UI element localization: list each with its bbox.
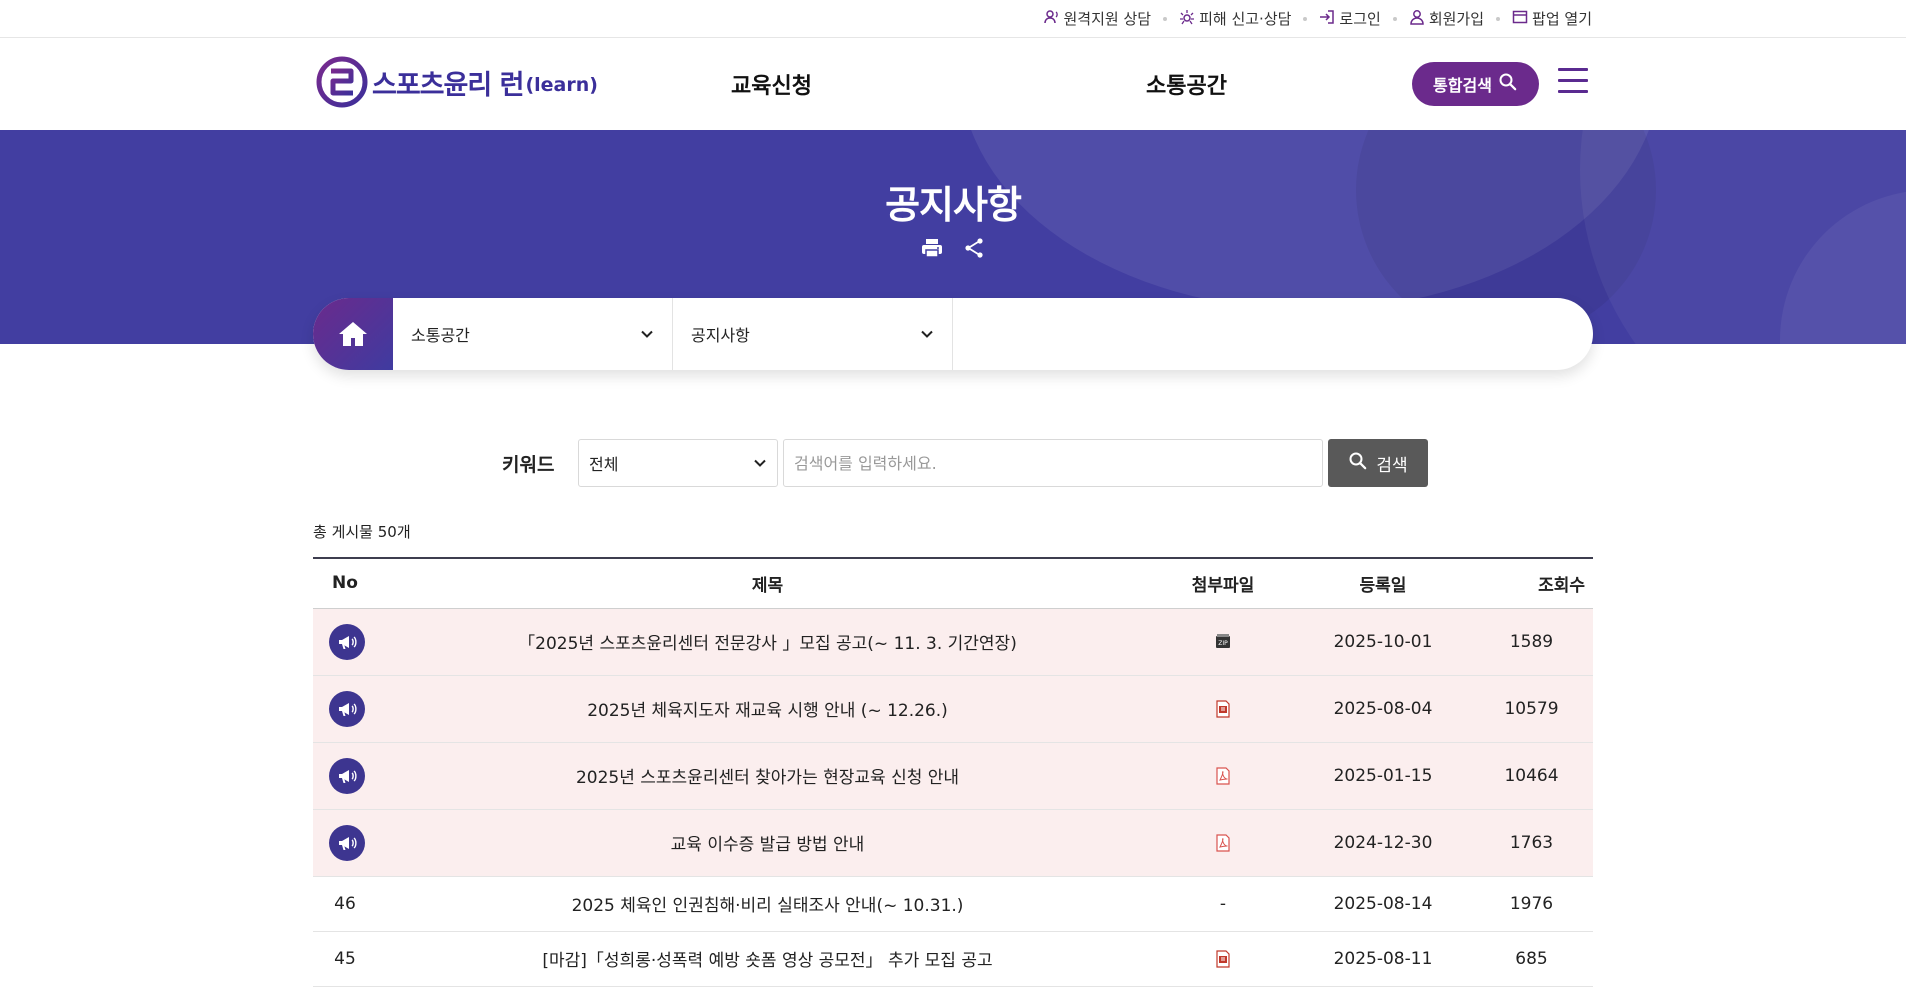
- post-date: 2024-12-30: [1288, 809, 1478, 877]
- remote-support-link[interactable]: 원격지원 상담: [1043, 8, 1152, 29]
- search-button[interactable]: 검색: [1328, 439, 1428, 487]
- remote-support-icon: [1043, 9, 1060, 29]
- separator-dot: [1392, 16, 1397, 21]
- table-row[interactable]: 2025년 스포츠윤리센터 찾아가는 현장교육 신청 안내 2025-01-15…: [313, 742, 1593, 810]
- table-row[interactable]: 45 [마감]「성희롱·성폭력 예방 숏폼 영상 공모전」 추가 모집 공고 2…: [313, 931, 1593, 987]
- table-row[interactable]: 46 2025 체육인 인권침해·비리 실태조사 안내(~ 10.31.) - …: [313, 876, 1593, 932]
- post-views: 685: [1478, 931, 1593, 987]
- zip-file-icon[interactable]: ZIP: [1215, 633, 1231, 651]
- login-label: 로그인: [1339, 10, 1381, 28]
- post-number: 46: [313, 876, 377, 932]
- table-row[interactable]: 2025년 체육지도자 재교육 시행 안내 (~ 12.26.) 2025-08…: [313, 675, 1593, 743]
- report-link[interactable]: 피해 신고·상담: [1179, 8, 1291, 29]
- site-logo[interactable]: 스포츠윤리 런 (learn): [316, 56, 598, 108]
- search-type-select[interactable]: 전체: [578, 439, 778, 487]
- separator-dot: [1303, 16, 1308, 21]
- gnb-community[interactable]: 소통공간: [1146, 68, 1227, 100]
- page-title: 공지사항: [885, 183, 1022, 227]
- post-title-link[interactable]: 2025년 스포츠윤리센터 찾아가는 현장교육 신청 안내: [576, 768, 959, 788]
- integrated-search-button[interactable]: 통합검색: [1412, 62, 1539, 106]
- post-views: 1589: [1478, 608, 1593, 676]
- logo-subtext: (learn): [525, 74, 598, 96]
- post-number: 45: [313, 931, 377, 987]
- logo-text: 스포츠윤리 런: [372, 69, 524, 101]
- home-icon: [339, 322, 367, 346]
- location-bar: 소통공간 공지사항: [313, 298, 1593, 370]
- post-title-link[interactable]: 2025년 체육지도자 재교육 시행 안내 (~ 12.26.): [587, 701, 948, 721]
- megaphone-icon: [329, 623, 365, 660]
- popup-icon: [1512, 9, 1528, 29]
- utility-links: 원격지원 상담 피해 신고·상담 로그인 회원가입 팝업 열기: [1043, 8, 1592, 29]
- login-icon: [1319, 9, 1335, 29]
- post-title-link[interactable]: 2025 체육인 인권침해·비리 실태조사 안내(~ 10.31.): [572, 896, 964, 916]
- search-button-label: 검색: [1376, 455, 1408, 476]
- location-level2-label: 공지사항: [691, 326, 750, 345]
- hamburger-menu-icon[interactable]: [1558, 68, 1588, 94]
- integrated-search-label: 통합검색: [1433, 76, 1492, 95]
- share-icon[interactable]: [962, 236, 986, 260]
- column-header-no: No: [332, 573, 358, 594]
- post-title-link[interactable]: 교육 이수증 발급 방법 안내: [671, 835, 865, 855]
- column-header-title: 제목: [751, 575, 784, 596]
- notice-table: No 제목 첨부파일 등록일 조회수 「2025년 스포츠윤리센터 전문강사 」…: [313, 557, 1593, 987]
- chevron-down-icon: [921, 330, 933, 338]
- remote-support-label: 원격지원 상담: [1063, 10, 1152, 28]
- print-icon[interactable]: [920, 236, 944, 260]
- location-select-level1[interactable]: 소통공간: [393, 298, 673, 370]
- signup-link[interactable]: 회원가입: [1409, 8, 1484, 29]
- location-level1-label: 소통공간: [411, 326, 470, 345]
- table-header-row: No 제목 첨부파일 등록일 조회수: [313, 558, 1593, 608]
- popup-open-label: 팝업 열기: [1532, 10, 1592, 28]
- total-count: 총 게시물 50개: [313, 523, 411, 541]
- post-date: 2025-01-15: [1288, 742, 1478, 810]
- column-header-views: 조회수: [1538, 575, 1585, 596]
- report-icon: [1179, 9, 1195, 29]
- post-views: 1763: [1478, 809, 1593, 877]
- search-input[interactable]: [783, 439, 1323, 487]
- post-date: 2025-08-11: [1288, 931, 1478, 987]
- post-title-link[interactable]: [마감]「성희롱·성폭력 예방 숏폼 영상 공모전」 추가 모집 공고: [542, 951, 992, 971]
- post-views: 10464: [1478, 742, 1593, 810]
- search-icon: [1498, 72, 1518, 96]
- post-date: 2025-10-01: [1288, 608, 1478, 676]
- search-form: 키워드 전체 검색: [0, 439, 1906, 487]
- hwp-file-icon[interactable]: [1215, 949, 1231, 968]
- post-views: 10579: [1478, 675, 1593, 743]
- megaphone-icon: [329, 690, 365, 727]
- report-label: 피해 신고·상담: [1199, 10, 1292, 28]
- hwp-file-icon[interactable]: [1215, 699, 1231, 718]
- megaphone-icon: [329, 824, 365, 861]
- search-type-value: 전체: [589, 455, 619, 474]
- column-header-file: 첨부파일: [1191, 575, 1255, 596]
- logo-mark-icon: [316, 56, 368, 108]
- home-button[interactable]: [313, 298, 393, 370]
- separator-dot: [1163, 16, 1168, 21]
- post-date: 2025-08-04: [1288, 675, 1478, 743]
- search-icon: [1348, 451, 1368, 476]
- popup-open-link[interactable]: 팝업 열기: [1512, 8, 1592, 29]
- site-header: 스포츠윤리 런 (learn) 교육신청 소통공간 통합검색: [0, 38, 1906, 130]
- table-row[interactable]: 「2025년 스포츠윤리센터 전문강사 」모집 공고(~ 11. 3. 기간연장…: [313, 608, 1593, 676]
- banner-tools: [920, 236, 986, 260]
- post-views: 1976: [1478, 876, 1593, 932]
- chevron-down-icon: [641, 330, 653, 338]
- user-icon: [1409, 9, 1425, 29]
- separator-dot: [1496, 16, 1501, 21]
- post-date: 2025-08-14: [1288, 876, 1478, 932]
- svg-text:ZIP: ZIP: [1218, 640, 1228, 647]
- pdf-file-icon[interactable]: [1215, 766, 1231, 785]
- location-select-level2[interactable]: 공지사항: [673, 298, 953, 370]
- column-header-date: 등록일: [1359, 575, 1407, 596]
- utility-bar: 원격지원 상담 피해 신고·상담 로그인 회원가입 팝업 열기: [0, 0, 1906, 38]
- gnb-education-apply[interactable]: 교육신청: [731, 68, 812, 100]
- pdf-file-icon[interactable]: [1215, 833, 1231, 852]
- chevron-down-icon: [754, 459, 766, 467]
- keyword-label: 키워드: [502, 454, 555, 476]
- post-title-link[interactable]: 「2025년 스포츠윤리센터 전문강사 」모집 공고(~ 11. 3. 기간연장…: [518, 634, 1017, 654]
- post-file-none: -: [1158, 876, 1288, 932]
- login-link[interactable]: 로그인: [1319, 8, 1381, 29]
- table-row[interactable]: 교육 이수증 발급 방법 안내 2024-12-30 1763: [313, 809, 1593, 877]
- signup-label: 회원가입: [1428, 10, 1485, 28]
- megaphone-icon: [329, 757, 365, 794]
